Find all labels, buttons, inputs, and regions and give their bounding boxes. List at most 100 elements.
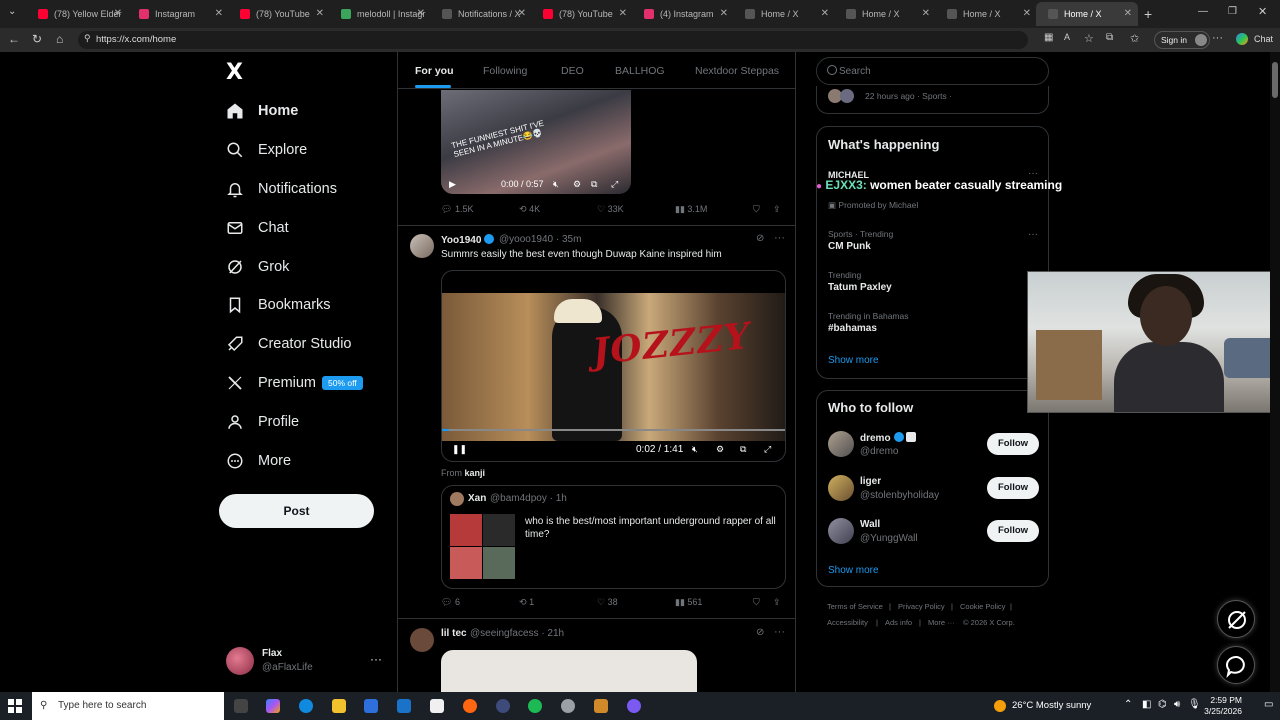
trend-name[interactable]: CM Punk (828, 241, 871, 252)
windows-start-icon[interactable] (8, 699, 22, 713)
close-icon[interactable]: ✕ (1124, 8, 1132, 19)
obs-icon[interactable] (627, 699, 641, 713)
close-icon[interactable]: ✕ (1023, 8, 1031, 19)
more-dots-icon[interactable]: ··· (774, 232, 785, 244)
grok-floating-button[interactable] (1217, 600, 1255, 638)
avatar[interactable] (410, 628, 434, 652)
volume-icon[interactable]: 🔊︎ (1174, 699, 1180, 710)
file-explorer-icon[interactable] (332, 699, 346, 713)
tab-deo[interactable]: DEO (561, 65, 584, 77)
tray-app-icon[interactable]: ◧ (1142, 699, 1151, 710)
close-icon[interactable]: ✕ (922, 8, 930, 19)
account-switcher[interactable]: Flax @aFlaxLife ··· (226, 644, 386, 680)
sidebar-item-explore[interactable]: Explore (226, 138, 307, 162)
close-icon[interactable]: ✕ (215, 8, 223, 19)
store-icon[interactable] (364, 699, 378, 713)
messages-floating-button[interactable] (1217, 646, 1255, 684)
bookmark-icon[interactable]: ⛉ (753, 597, 760, 608)
pip-icon[interactable]: ⧉ (740, 444, 746, 455)
share-icon[interactable]: ⇪ (773, 204, 781, 215)
share-icon[interactable]: ⇪ (773, 597, 781, 608)
footer-cookie[interactable]: Cookie Policy (960, 602, 1005, 611)
browser-tab[interactable]: Home / X ✕ (733, 2, 835, 26)
footer-terms[interactable]: Terms of Service (827, 602, 883, 611)
show-more-link[interactable]: Show more (828, 565, 879, 576)
scrollbar[interactable] (1270, 52, 1280, 692)
repost-button[interactable]: ⟲ 4K (519, 204, 540, 215)
post-author[interactable]: Yoo1940 (441, 234, 495, 246)
url-field[interactable]: https://x.com/home (78, 31, 1028, 49)
task-view-icon[interactable] (234, 699, 248, 713)
document-icon[interactable] (430, 699, 444, 713)
minimize-icon[interactable]: — (1198, 6, 1208, 17)
favorite-star-icon[interactable]: ☆ (1084, 32, 1094, 45)
fullscreen-icon[interactable]: ⤢ (764, 444, 771, 455)
grok-icon[interactable]: ⊘ (756, 627, 764, 638)
close-icon[interactable]: ✕ (720, 8, 728, 19)
app-icon[interactable] (496, 699, 510, 713)
more-dots-icon[interactable]: ··· (774, 626, 785, 638)
close-icon[interactable]: ✕ (821, 8, 829, 19)
read-aloud-icon[interactable]: A (1064, 32, 1070, 42)
browser-tab[interactable]: Instagram ✕ (127, 2, 229, 26)
close-icon[interactable]: ✕ (619, 8, 627, 19)
edge-icon[interactable] (299, 699, 313, 713)
views-button[interactable]: ▮▮ 3.1M (675, 204, 707, 215)
follow-button[interactable]: Follow (987, 477, 1039, 499)
tab-list-chevron-icon[interactable]: ⌄ (8, 6, 16, 17)
video-progress-track[interactable] (442, 429, 785, 431)
video-player[interactable]: THE FUNNIEST SHIT I'VE SEEN IN A MINUTE😂… (441, 90, 631, 194)
sidebar-item-profile[interactable]: Profile (226, 410, 299, 434)
clock[interactable]: 2:59 PM 3/25/2026 (1198, 695, 1242, 717)
grok-icon[interactable]: ⊘ (756, 233, 764, 244)
network-icon[interactable]: ⌬ (1158, 699, 1167, 710)
search-box[interactable] (816, 57, 1049, 85)
sidebar-item-notifications[interactable]: Notifications (226, 177, 337, 201)
more-dots-icon[interactable]: ··· (370, 652, 382, 666)
browser-tab[interactable]: (4) Instagram ✕ (632, 2, 734, 26)
signin-button[interactable]: Sign in (1154, 31, 1210, 49)
browser-tab[interactable]: (78) YouTube ✕ (531, 2, 633, 26)
close-icon[interactable]: ✕ (114, 8, 122, 19)
like-button[interactable]: ♡ 33K (597, 204, 624, 215)
reply-button[interactable]: 💬︎ 1.5K (441, 204, 473, 215)
play-icon[interactable]: ▶ (449, 179, 456, 190)
close-icon[interactable]: ✕ (417, 8, 425, 19)
notification-icon[interactable]: ▭ (1264, 699, 1273, 710)
video-player[interactable]: JOZZZY ❚❚ 0:02 / 1:41 🔇︎ ⚙ ⧉ ⤢ (441, 270, 786, 462)
new-tab-icon[interactable]: + (1144, 6, 1152, 22)
copilot-chat-label[interactable]: Chat (1254, 34, 1273, 44)
follow-button[interactable]: Follow (987, 520, 1039, 542)
like-button[interactable]: ♡ 38 (597, 597, 618, 608)
mute-icon[interactable]: 🔇︎ (692, 444, 698, 455)
browser-tab[interactable]: Notifications / X ✕ (430, 2, 532, 26)
post-author[interactable]: lil tec (441, 628, 467, 639)
restore-icon[interactable]: ❐ (1228, 6, 1237, 17)
post-button[interactable]: Post (219, 494, 374, 528)
footer-ads-info[interactable]: Ads info (885, 618, 912, 627)
footer-accessibility[interactable]: Accessibility (827, 618, 868, 627)
app-icon[interactable]: ▦ (1044, 32, 1053, 43)
post-image[interactable] (441, 650, 697, 692)
copilot-icon[interactable] (1236, 33, 1248, 45)
fullscreen-icon[interactable]: ⤢ (611, 179, 618, 190)
follow-name[interactable]: liger (860, 476, 881, 487)
tab-for-you[interactable]: For you (415, 65, 454, 77)
timeline[interactable]: THE FUNNIEST SHIT I'VE SEEN IN A MINUTE😂… (397, 52, 796, 692)
firefox-icon[interactable] (463, 699, 477, 713)
browser-tab[interactable]: melodoll | Instagr ✕ (329, 2, 431, 26)
sidebar-item-grok[interactable]: Grok (226, 255, 289, 279)
tab-following[interactable]: Following (483, 65, 527, 77)
extensions-icon[interactable]: ⧉ (1106, 32, 1113, 43)
follow-name[interactable]: Wall (860, 519, 880, 530)
reply-button[interactable]: 💬︎ 6 (441, 597, 460, 608)
favorites-icon[interactable]: ✩ (1130, 32, 1139, 45)
trending-sports-card[interactable]: 22 hours ago · Sports · (816, 86, 1049, 114)
home-icon[interactable]: ⌂ (56, 32, 63, 46)
quoted-post[interactable]: Xan @bam4dpoy · 1h who is the best/most … (441, 485, 786, 589)
search-input[interactable] (839, 62, 1039, 80)
show-more-link[interactable]: Show more (828, 355, 879, 366)
avatar[interactable] (828, 431, 854, 457)
close-icon[interactable]: ✕ (518, 8, 526, 19)
reload-icon[interactable]: ↻ (32, 32, 42, 46)
